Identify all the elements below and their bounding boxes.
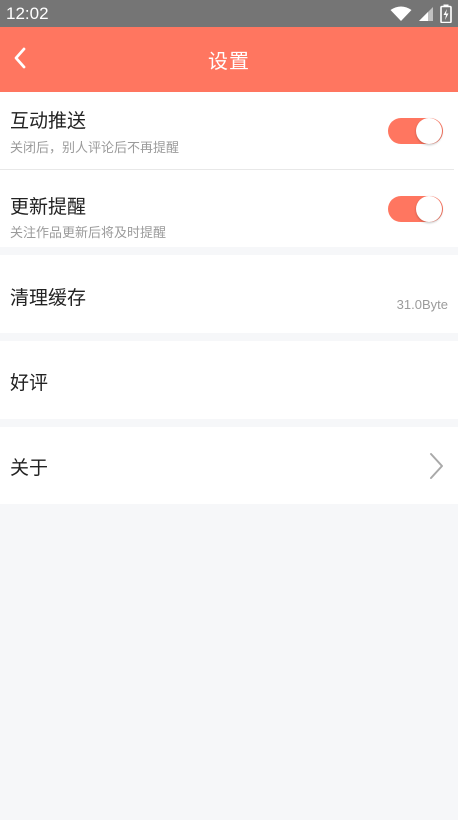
signal-icon (418, 6, 434, 22)
push-setting-subtitle: 关闭后，别人评论后不再提醒 (10, 141, 180, 156)
rating-row[interactable]: 好评 (0, 341, 458, 419)
update-toggle[interactable] (388, 196, 443, 222)
notification-section: 互动推送 关闭后，别人评论后不再提醒 更新提醒 关注作品更新后将及时提醒 (0, 92, 458, 247)
update-toggle-knob (416, 196, 442, 222)
clear-cache-title: 清理缓存 (10, 287, 87, 309)
back-button[interactable] (0, 27, 40, 92)
update-setting-title: 更新提醒 (10, 196, 87, 218)
wifi-icon (390, 6, 412, 22)
chevron-left-icon (13, 47, 27, 73)
update-setting-row: 更新提醒 关注作品更新后将及时提醒 (0, 170, 458, 247)
rating-title: 好评 (10, 372, 49, 394)
push-setting-row: 互动推送 关闭后，别人评论后不再提醒 (0, 92, 458, 169)
status-time: 12:02 (6, 3, 49, 23)
clear-cache-row[interactable]: 清理缓存 31.0Byte (0, 255, 458, 333)
about-title: 关于 (10, 457, 49, 479)
status-icons (390, 4, 452, 23)
push-setting-title: 互动推送 (10, 110, 87, 132)
battery-icon (440, 4, 452, 23)
update-setting-subtitle: 关注作品更新后将及时提醒 (10, 226, 167, 241)
status-bar: 12:02 (0, 0, 458, 27)
chevron-right-icon (428, 452, 444, 484)
app-bar: 设置 (0, 27, 458, 92)
push-toggle-knob (416, 118, 442, 144)
cache-size: 31.0Byte (396, 297, 448, 312)
push-toggle[interactable] (388, 118, 443, 144)
page-title: 设置 (208, 49, 250, 73)
about-row[interactable]: 关于 (0, 427, 458, 504)
